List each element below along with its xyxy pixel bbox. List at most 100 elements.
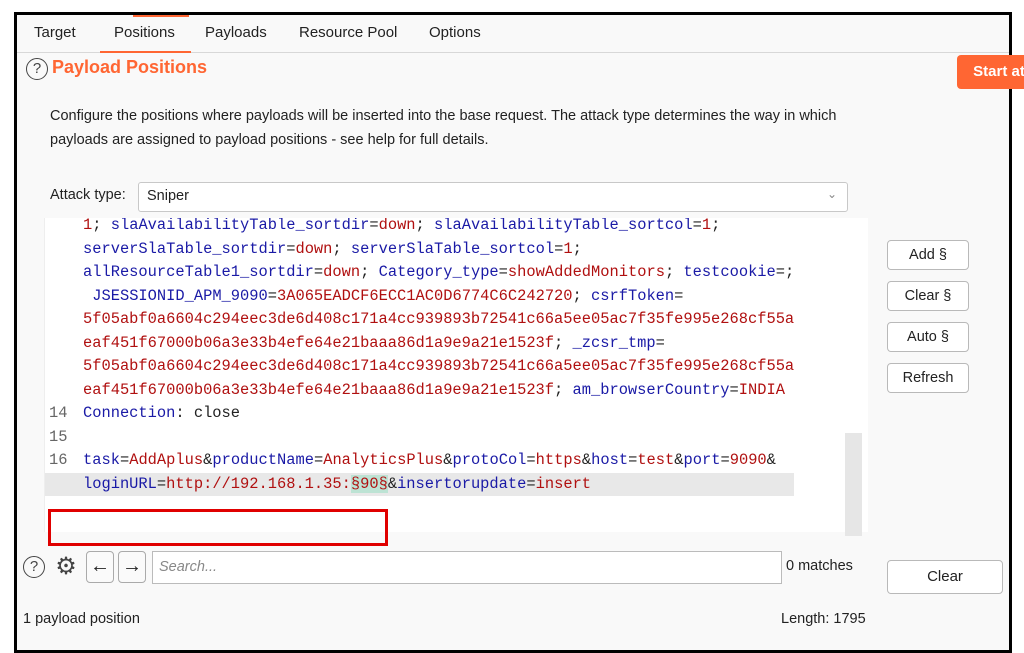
code-line: eaf451f67000b06a3e33b4efe64e21baaa86d1a9… [45,332,794,356]
code-punct: ; [360,263,379,281]
tab-top-accent [133,15,189,17]
code-punct: ; [711,218,721,234]
search-input[interactable]: Search... [152,551,782,584]
param-value: eaf451f67000b06a3e33b4efe64e21baaa86d1a9… [83,380,555,399]
gear-icon[interactable]: ⚙ [52,553,80,581]
param-name: task [83,451,120,469]
code-punct: = [692,218,702,234]
tab-positions[interactable]: Positions [100,24,191,53]
param-value: https [535,451,582,469]
code-punct: = [674,286,684,305]
line-number: 15 [49,427,68,446]
auto-markers-button[interactable]: Auto § [887,322,969,352]
param-value: test [637,451,675,469]
code-punct: = [498,263,508,281]
code-line: JSESSIONID_APM_9090=3A065EADCF6ECC1AC0D6… [45,285,794,309]
arrow-left-icon: ← [90,555,110,577]
attack-type-select[interactable]: Sniper ⌄ [138,182,848,212]
param-name: serverSlaTable_sortdir [83,239,287,258]
code-punct: = [119,451,130,469]
code-line: 1; slaAvailabilityTable_sortdir=down; sl… [45,218,794,238]
next-match-button[interactable]: → [118,551,146,583]
param-name: insertorupdate [397,474,527,493]
param-value: 5f05abf0a6604c294eec3de6d408c171a4cc9398… [83,357,795,375]
code-punct: & [581,451,592,469]
tab-options[interactable]: Options [429,24,481,52]
code-punct: : close [175,404,241,422]
code-line: 15 [45,426,794,450]
param-name: slaAvailabilityTable_sortcol [434,218,693,234]
code-punct: ; [572,239,582,258]
code-punct: & [766,451,776,469]
match-count: 0 matches [786,558,853,574]
request-code: 1; slaAvailabilityTable_sortdir=down; sl… [45,218,795,496]
param-name: loginURL [83,474,157,493]
code-line: serverSlaTable_sortdir = down; serverSlaTa… [45,238,794,262]
param-name: protoCol [452,451,527,469]
param-name: _zcsr_tmp [572,333,656,352]
param-value: INDIA [738,380,785,399]
code-punct: & [674,451,684,469]
param-value: insert [535,474,592,493]
code-line: loginURL=http://192.168.1.35:§90§&insert… [45,472,795,496]
param-name: Connection [83,404,176,422]
request-editor[interactable]: 1; slaAvailabilityTable_sortdir=down; sl… [44,218,868,532]
param-name: testcookie [683,263,776,281]
chevron-down-icon: ⌄ [826,187,837,201]
search-help-icon[interactable]: ? [23,556,45,578]
attack-type-label: Attack type: [50,187,126,203]
code-punct: ; [572,286,592,305]
code-punct: = [554,239,564,258]
arrow-right-icon: → [122,555,142,577]
tab-target[interactable]: Target [34,24,76,52]
code-punct: = [313,263,324,281]
param-value: 3A065EADCF6ECC1AC0D6774C6C242720 [276,286,573,305]
clear-search-button[interactable]: Clear [887,560,1003,594]
tab-resource-pool[interactable]: Resource Pool [299,24,397,52]
section-title: Payload Positions [52,57,208,77]
code-punct: ; [92,218,111,234]
code-line: allResourceTable1_sortdir=down; Category… [45,261,794,285]
attack-type-value: Sniper [147,188,189,204]
param-value: 5f05abf0a6604c294eec3de6d408c171a4cc9398… [83,310,795,328]
help-icon[interactable]: ? [26,58,48,80]
code-punct: = [369,218,379,234]
param-name: port [683,451,721,469]
param-value: down [295,239,333,258]
param-value: http://192.168.1.35: [166,474,351,493]
payload-marker: §90§ [350,474,388,493]
code-punct: ; [554,380,573,399]
param-name: productName [212,451,314,469]
param-value: 1 [83,218,93,234]
add-marker-button[interactable]: Add § [887,240,969,270]
param-value: showAddedMonitors [507,263,665,281]
section-description: Configure the positions where payloads w… [50,108,837,148]
start-attack-button[interactable]: Start attack [957,55,1024,89]
param-name: JSESSIONID_APM_9090 [92,286,268,305]
param-name: Category_type [378,263,499,281]
code-punct: = [267,286,277,305]
code-punct: & [387,474,398,493]
param-value: AnalyticsPlus [323,451,444,469]
param-name: serverSlaTable_sortcol [350,239,555,258]
code-punct: ; [332,239,351,258]
code-punct: = [313,451,324,469]
line-number: 16 [49,451,68,469]
clear-markers-button[interactable]: Clear § [887,281,969,311]
param-value: down [378,218,416,234]
line-number: 14 [49,404,68,422]
refresh-button[interactable]: Refresh [887,363,969,393]
code-line: eaf451f67000b06a3e33b4efe64e21baaa86d1a9… [45,379,794,403]
editor-scrollbar[interactable] [845,433,862,536]
param-name: allResourceTable1_sortdir [83,263,314,281]
code-punct: ; [554,333,573,352]
param-name: slaAvailabilityTable_sortdir [110,218,370,234]
code-punct [83,287,92,305]
tab-payloads[interactable]: Payloads [205,24,267,52]
code-punct: ; [664,263,684,281]
annotation-highlight-box [48,509,388,546]
payload-position-count: 1 payload position [23,611,140,627]
param-value: 1 [563,239,573,258]
previous-match-button[interactable]: ← [86,551,114,583]
param-value: 9090 [729,451,767,469]
